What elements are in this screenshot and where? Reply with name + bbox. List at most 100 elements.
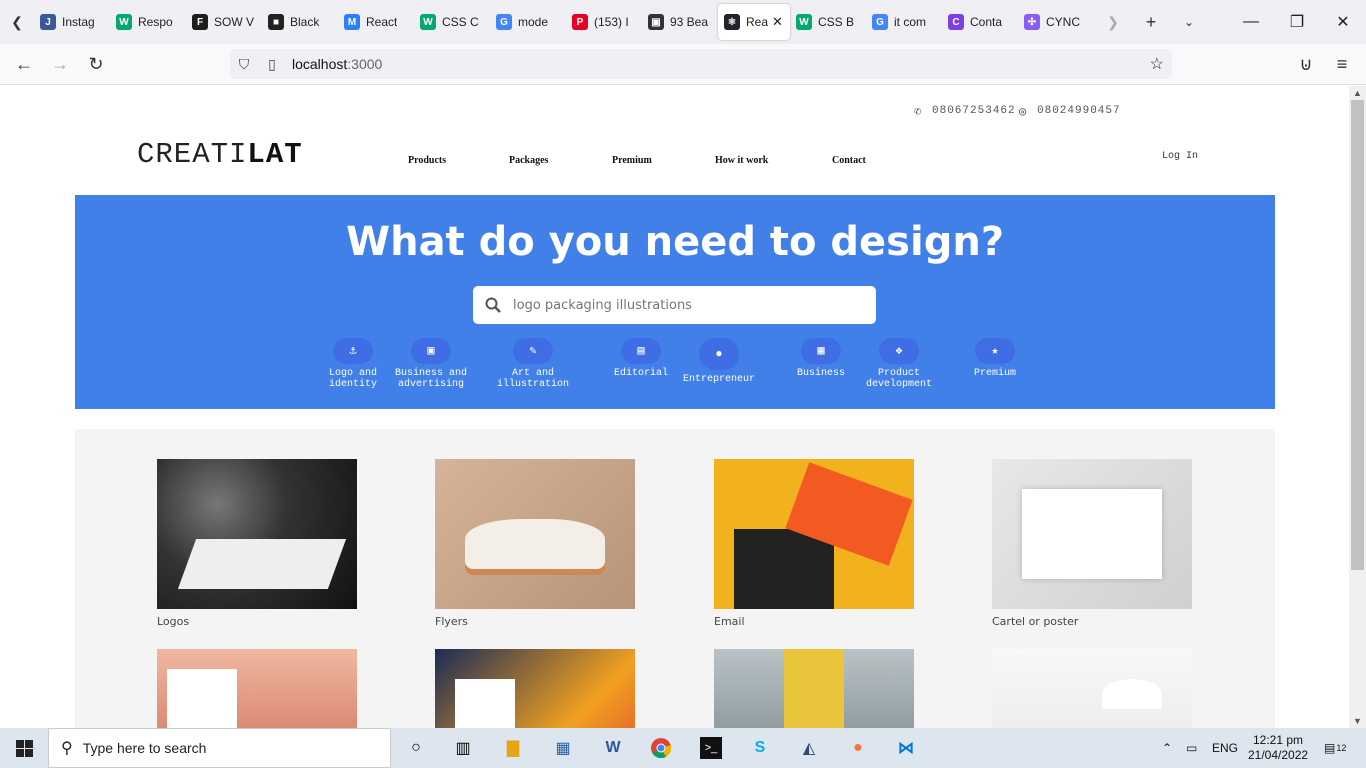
shield-icon[interactable]: ⛉ bbox=[230, 56, 258, 73]
firefox-icon[interactable]: ● bbox=[842, 732, 874, 764]
nav-contact[interactable]: Contact bbox=[832, 155, 866, 166]
scroll-down-icon[interactable]: ▼ bbox=[1349, 714, 1366, 728]
browser-tab[interactable]: ■ Black bbox=[262, 0, 338, 44]
category-pencil[interactable]: ✎ Art and illustration bbox=[493, 338, 573, 390]
gallery-card[interactable] bbox=[157, 649, 357, 728]
file-explorer-icon[interactable]: ▇ bbox=[497, 732, 529, 764]
new-tab-icon[interactable]: + bbox=[1132, 0, 1170, 44]
tab-favicon-icon: P bbox=[572, 14, 588, 30]
category-label: Entrepreneur bbox=[682, 374, 755, 385]
search-icon: ⚲ bbox=[61, 740, 73, 757]
category-cubes[interactable]: ❖ Product development bbox=[859, 338, 939, 390]
category-briefcase[interactable]: ▣ Business and advertising bbox=[391, 338, 471, 390]
tab-favicon-icon: J bbox=[40, 14, 56, 30]
gallery-thumbnail[interactable] bbox=[157, 649, 357, 728]
terminal-icon[interactable]: >_ bbox=[700, 737, 722, 759]
gallery-caption: Email bbox=[714, 615, 745, 628]
category-lightbulb[interactable]: ● Entrepreneur bbox=[679, 338, 759, 385]
login-link[interactable]: Log In bbox=[1162, 151, 1198, 162]
skype-icon[interactable]: S bbox=[744, 732, 776, 764]
nav-how-it-work[interactable]: How it work bbox=[715, 155, 768, 166]
anchor-icon: ⚓ bbox=[333, 338, 373, 364]
chrome-icon[interactable] bbox=[645, 732, 677, 764]
tab-favicon-icon: W bbox=[796, 14, 812, 30]
browser-tab[interactable]: F SOW V bbox=[186, 0, 262, 44]
menu-icon[interactable]: ≡ bbox=[1328, 50, 1356, 78]
reload-icon[interactable]: ↻ bbox=[82, 50, 110, 78]
pocket-icon[interactable]: ⊍ bbox=[1292, 50, 1320, 78]
browser-tab[interactable]: M React bbox=[338, 0, 414, 44]
page-scrollbar[interactable]: ▲ ▼ bbox=[1349, 86, 1366, 728]
clock-date: 21/04/2022 bbox=[1248, 748, 1309, 762]
browser-tab[interactable]: Gmode bbox=[490, 0, 566, 44]
task-view-icon[interactable]: ▥ bbox=[447, 732, 479, 764]
windows-start-icon[interactable] bbox=[8, 732, 40, 764]
clock[interactable]: 12:21 pm 21/04/2022 bbox=[1248, 728, 1308, 768]
nav-products[interactable]: Products bbox=[408, 155, 446, 166]
cortana-icon[interactable]: ○ bbox=[400, 732, 432, 764]
gallery-thumbnail[interactable] bbox=[714, 459, 914, 609]
browser-tab[interactable]: C Conta bbox=[942, 0, 1018, 44]
gallery-thumbnail[interactable] bbox=[435, 649, 635, 728]
tab-scroll-left-icon[interactable]: ❮ bbox=[0, 0, 34, 44]
page-icon: ▯ bbox=[268, 55, 276, 72]
browser-tab[interactable]: ✣ CYNC bbox=[1018, 0, 1094, 44]
minimize-icon[interactable]: — bbox=[1228, 0, 1274, 44]
app-icon[interactable]: ▦ bbox=[547, 732, 579, 764]
category-label: Premium bbox=[973, 368, 1016, 379]
tab-scroll-right-icon[interactable]: ❯ bbox=[1094, 0, 1132, 44]
sql-icon[interactable]: ◭ bbox=[793, 732, 825, 764]
phone-number: 08067253462 bbox=[932, 105, 1016, 117]
gallery-thumbnail[interactable] bbox=[714, 649, 914, 728]
language-indicator[interactable]: ENG bbox=[1212, 728, 1238, 768]
show-hidden-icons[interactable]: ⌃ bbox=[1162, 728, 1172, 768]
forward-icon[interactable]: → bbox=[46, 50, 74, 78]
design-search[interactable] bbox=[473, 286, 876, 324]
bookmark-star-icon[interactable]: ☆ bbox=[1150, 54, 1164, 74]
gallery-card[interactable] bbox=[435, 649, 635, 728]
category-book[interactable]: ▤ Editorial bbox=[601, 338, 681, 379]
gallery-card[interactable]: Cartel or poster bbox=[992, 459, 1192, 628]
browser-tab[interactable]: ▣ 93 Bea bbox=[642, 0, 718, 44]
browser-tab[interactable]: W CSS C bbox=[414, 0, 490, 44]
word-icon[interactable]: W bbox=[597, 732, 629, 764]
browser-tab[interactable]: ⚛ Rea ✕ bbox=[718, 4, 790, 40]
scroll-up-icon[interactable]: ▲ bbox=[1349, 86, 1366, 100]
gallery-thumbnail[interactable] bbox=[992, 649, 1192, 728]
scrollbar-thumb[interactable] bbox=[1351, 100, 1364, 570]
category-cash[interactable]: ▦ Business bbox=[781, 338, 861, 379]
category-star[interactable]: ★ Premium bbox=[955, 338, 1035, 379]
battery-icon[interactable]: ▭ bbox=[1186, 728, 1197, 768]
category-anchor[interactable]: ⚓ Logo and identity bbox=[313, 338, 393, 390]
close-tab-icon[interactable]: ✕ bbox=[772, 14, 783, 30]
gallery-thumbnail[interactable] bbox=[992, 459, 1192, 609]
list-tabs-icon[interactable]: ⌄ bbox=[1170, 0, 1208, 44]
close-window-icon[interactable]: ✕ bbox=[1320, 0, 1366, 44]
vscode-icon[interactable]: ⋈ bbox=[890, 732, 922, 764]
gallery-card[interactable] bbox=[992, 649, 1192, 728]
browser-tab[interactable]: J Instag bbox=[34, 0, 110, 44]
gallery-card[interactable]: Email bbox=[714, 459, 914, 628]
gallery-thumbnail[interactable] bbox=[157, 459, 357, 609]
address-bar[interactable]: ⛉ ▯ localhost:3000 ☆ bbox=[230, 49, 1172, 79]
nav-packages[interactable]: Packages bbox=[509, 155, 548, 166]
browser-tab[interactable]: W Respo bbox=[110, 0, 186, 44]
gallery-card[interactable]: Flyers bbox=[435, 459, 635, 628]
browser-tab[interactable]: P (153) I bbox=[566, 0, 642, 44]
browser-tab[interactable]: Git com bbox=[866, 0, 942, 44]
gallery-card[interactable]: Logos bbox=[157, 459, 357, 628]
taskbar-search[interactable]: ⚲ Type here to search bbox=[48, 728, 391, 768]
notifications-icon[interactable]: ▤ 12 bbox=[1324, 728, 1346, 768]
search-input[interactable] bbox=[513, 297, 853, 313]
nav-premium[interactable]: Premium bbox=[612, 155, 652, 166]
cubes-icon: ❖ bbox=[879, 338, 919, 364]
category-label: Editorial bbox=[613, 368, 668, 379]
site-logo[interactable]: CREATILAT bbox=[137, 138, 303, 171]
browser-tab[interactable]: W CSS B bbox=[790, 0, 866, 44]
gallery-thumbnail[interactable] bbox=[435, 459, 635, 609]
restore-icon[interactable]: ❐ bbox=[1274, 0, 1320, 44]
back-icon[interactable]: ← bbox=[10, 50, 38, 78]
tab-favicon-icon: F bbox=[192, 14, 208, 30]
tab-list: J Instag W Respo F SOW V ■ Black M React W CSS C Gmo… bbox=[34, 0, 1094, 44]
gallery-card[interactable] bbox=[714, 649, 914, 728]
